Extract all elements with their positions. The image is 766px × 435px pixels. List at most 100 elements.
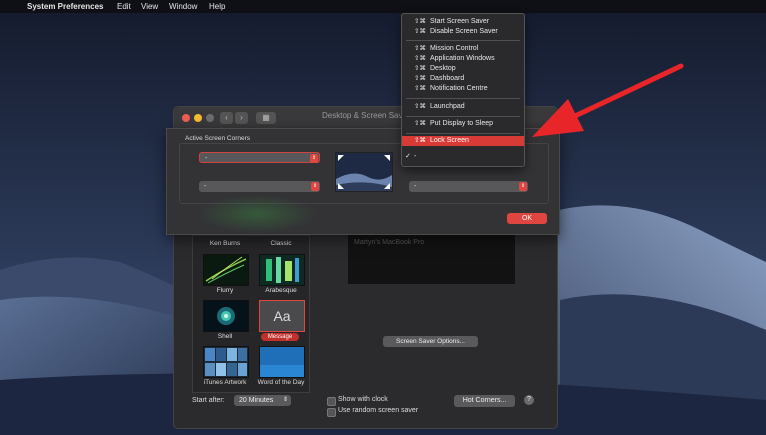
menu-item-label: Application Windows	[430, 55, 495, 62]
saver-ken-burns[interactable]: Ken Burns	[199, 232, 251, 252]
menubar-window[interactable]: Window	[169, 0, 197, 13]
menu-separator	[406, 133, 520, 134]
glow-overlay	[197, 195, 317, 233]
shift-command-icon: ⇧⌘	[414, 28, 426, 35]
screen-saver-options-button[interactable]: Screen Saver Options...	[383, 336, 478, 347]
show-with-clock-checkbox[interactable]	[327, 397, 336, 406]
use-random-checkbox[interactable]	[327, 408, 336, 417]
menu-item-label: Disable Screen Saver	[430, 28, 498, 35]
screen-saver-list[interactable]: Ken Burns Classic Flurry Arabesque Shell…	[192, 235, 310, 393]
shift-command-icon: ⇧⌘	[414, 75, 426, 82]
menubar-help[interactable]: Help	[209, 0, 225, 13]
menu-item-label: Lock Screen	[430, 137, 469, 144]
saver-message[interactable]: Aa Message	[255, 300, 307, 344]
shift-command-icon: ⇧⌘	[414, 137, 426, 144]
stepper-icon: ⇕	[310, 154, 318, 163]
menu-bar: System Preferences Edit View Window Help	[0, 0, 766, 13]
menu-item-dashboard[interactable]: ⇧⌘ Dashboard	[402, 74, 524, 84]
menubar-edit[interactable]: Edit	[117, 0, 131, 13]
show-all-button[interactable]: ▦	[256, 112, 276, 124]
menu-item-label: Mission Control	[430, 45, 479, 52]
corner-preview-image	[335, 152, 393, 192]
grid-icon: ▦	[262, 113, 270, 122]
saver-label: Shell	[217, 333, 233, 340]
shift-command-icon: ⇧⌘	[414, 65, 426, 72]
menu-item-desktop[interactable]: ⇧⌘ Desktop	[402, 64, 524, 74]
screen-saver-preview: Martyn's MacBook Pro	[348, 235, 515, 284]
saver-arabesque[interactable]: Arabesque	[255, 254, 307, 298]
selected-saver-badge: Message	[261, 333, 299, 341]
menubar-app-name[interactable]: System Preferences	[27, 0, 104, 13]
saver-word-of-the-day[interactable]: Word of the Day	[255, 346, 307, 390]
minimize-button[interactable]	[194, 114, 202, 122]
top-left-corner-value: -	[205, 155, 208, 162]
menu-separator	[406, 116, 520, 117]
bottom-right-corner-select[interactable]: - ⇕	[409, 181, 528, 192]
hot-corners-button[interactable]: Hot Corners...	[454, 395, 515, 407]
stepper-icon: ⇕	[311, 182, 319, 191]
chevron-left-icon: ‹	[225, 113, 228, 122]
menubar-view[interactable]: View	[141, 0, 158, 13]
stepper-icon: ⇕	[519, 182, 527, 191]
shift-command-icon: ⇧⌘	[414, 103, 426, 110]
hot-corner-action-menu: ⇧⌘ Start Screen Saver ⇧⌘ Disable Screen Sa…	[401, 13, 525, 167]
itunes-artwork-thumbnail	[203, 346, 249, 378]
saver-label: Classic	[270, 240, 292, 247]
shift-command-icon: ⇧⌘	[414, 55, 426, 62]
menu-item-put-display-to-sleep[interactable]: ⇧⌘ Put Display to Sleep	[402, 119, 524, 129]
message-thumbnail: Aa	[259, 300, 305, 332]
window-title: Desktop & Screen Saver	[322, 111, 410, 120]
back-button[interactable]: ‹	[220, 112, 233, 124]
bottom-right-corner-value: -	[414, 183, 417, 190]
menu-item-lock-screen[interactable]: ⇧⌘ Lock Screen	[402, 136, 524, 146]
saver-classic[interactable]: Classic	[255, 232, 307, 252]
menu-item-disable-screen-saver[interactable]: ⇧⌘ Disable Screen Saver	[402, 27, 524, 37]
menu-item-none[interactable]: ✓ -	[402, 152, 524, 162]
shell-thumbnail	[203, 300, 249, 332]
word-of-the-day-thumbnail	[259, 346, 305, 378]
preview-caption: Martyn's MacBook Pro	[354, 239, 425, 246]
shift-command-icon: ⇧⌘	[414, 120, 426, 127]
menu-separator	[406, 40, 520, 41]
show-with-clock-label: Show with clock	[338, 396, 388, 403]
menu-separator	[406, 98, 520, 99]
saver-shell[interactable]: Shell	[199, 300, 251, 344]
menu-item-notification-centre[interactable]: ⇧⌘ Notification Centre	[402, 84, 524, 94]
menu-item-label: Desktop	[430, 65, 456, 72]
stepper-icon: ⇕	[282, 397, 288, 403]
sheet-title: Active Screen Corners	[185, 135, 251, 142]
top-left-corner-select[interactable]: - ⇕	[199, 152, 320, 163]
start-after-value: 20 Minutes	[239, 397, 274, 404]
saver-label: iTunes Artwork	[203, 379, 247, 386]
zoom-button[interactable]	[206, 114, 214, 122]
bottom-left-corner-select[interactable]: - ⇕	[199, 181, 320, 192]
shift-command-icon: ⇧⌘	[414, 45, 426, 52]
chevron-right-icon: ›	[240, 113, 243, 122]
ok-button[interactable]: OK	[507, 213, 547, 224]
start-after-select[interactable]: 20 Minutes ⇕	[234, 395, 291, 406]
checkmark-icon: ✓	[405, 153, 411, 160]
saver-flurry[interactable]: Flurry	[199, 254, 251, 298]
flurry-thumbnail	[203, 254, 249, 286]
help-button[interactable]: ?	[524, 395, 534, 405]
saver-label: Flurry	[216, 287, 234, 294]
saver-label: Ken Burns	[209, 240, 241, 247]
close-button[interactable]	[182, 114, 190, 122]
menu-item-label: Notification Centre	[430, 85, 488, 92]
shift-command-icon: ⇧⌘	[414, 18, 426, 25]
menu-item-label: Put Display to Sleep	[430, 120, 494, 127]
arabesque-thumbnail	[259, 254, 305, 286]
use-random-label: Use random screen saver	[338, 407, 419, 414]
menu-item-launchpad[interactable]: ⇧⌘ Launchpad	[402, 102, 524, 112]
menu-item-label: -	[414, 153, 417, 160]
menu-item-application-windows[interactable]: ⇧⌘ Application Windows	[402, 54, 524, 64]
saver-label: Arabesque	[265, 287, 297, 294]
menu-item-label: Start Screen Saver	[430, 18, 490, 25]
forward-button[interactable]: ›	[235, 112, 248, 124]
menu-item-start-screen-saver[interactable]: ⇧⌘ Start Screen Saver	[402, 17, 524, 27]
menu-item-label: Launchpad	[430, 103, 465, 110]
saver-label: Word of the Day	[257, 379, 305, 386]
saver-itunes-artwork[interactable]: iTunes Artwork	[199, 346, 251, 390]
menu-item-label: Dashboard	[430, 75, 465, 82]
menu-item-mission-control[interactable]: ⇧⌘ Mission Control	[402, 44, 524, 54]
